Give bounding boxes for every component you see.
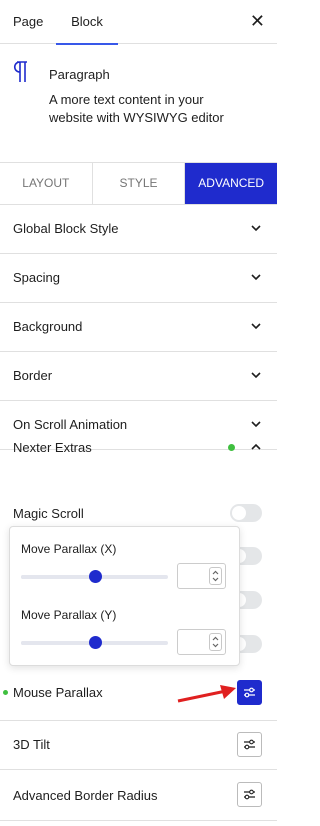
panel-title: On Scroll Animation — [13, 417, 128, 432]
panel-title: Nexter Extras — [13, 440, 92, 455]
status-dot — [228, 444, 235, 451]
stepper-icon[interactable] — [209, 567, 222, 585]
move-parallax-y-slider[interactable] — [21, 636, 168, 649]
settings-segment-control: LAYOUT STYLE ADVANCED — [0, 162, 278, 205]
tab-block[interactable]: Block — [56, 0, 118, 45]
close-icon[interactable]: ✕ — [250, 12, 265, 30]
magic-scroll-toggle[interactable] — [230, 504, 262, 522]
mouse-parallax-popover: Move Parallax (X) Move Parallax (Y) — [9, 526, 240, 666]
move-parallax-x-slider[interactable] — [21, 570, 168, 583]
tab-page[interactable]: Page — [13, 0, 43, 44]
mouse-parallax-settings-button[interactable] — [237, 680, 262, 705]
advanced-border-radius-label: Advanced Border Radius — [13, 788, 158, 803]
panel-title: Background — [13, 319, 83, 334]
chevron-down-icon — [251, 225, 261, 232]
tab-style[interactable]: STYLE — [93, 163, 186, 204]
magic-scroll-label: Magic Scroll — [13, 506, 84, 521]
move-parallax-y-input[interactable] — [177, 629, 226, 655]
settings-sliders-icon — [244, 739, 255, 750]
settings-sliders-icon — [244, 789, 255, 800]
chevron-down-icon — [251, 274, 261, 281]
panel-title: Global Block Style — [13, 221, 119, 236]
chevron-down-icon — [251, 372, 261, 379]
slider-fill — [21, 575, 95, 579]
panel-border[interactable]: Border — [0, 352, 277, 401]
move-parallax-x-label: Move Parallax (X) — [21, 542, 117, 556]
divider — [0, 720, 277, 721]
toggle-knob — [232, 506, 246, 520]
divider — [0, 769, 277, 770]
panel-title: Spacing — [13, 270, 60, 285]
panel-global-block-style[interactable]: Global Block Style — [0, 205, 277, 254]
mouse-parallax-label: Mouse Parallax — [13, 685, 103, 700]
slider-thumb[interactable] — [88, 570, 102, 583]
sidebar-tabs: Page Block ✕ — [0, 0, 277, 45]
tab-advanced[interactable]: ADVANCED — [185, 163, 278, 204]
block-description: A more text content in your website with… — [49, 92, 224, 125]
status-dot — [3, 690, 8, 695]
chevron-down-icon — [251, 421, 261, 428]
3d-tilt-settings-button[interactable] — [237, 732, 262, 757]
advanced-border-radius-settings-button[interactable] — [237, 782, 262, 807]
panel-spacing[interactable]: Spacing — [0, 254, 277, 303]
block-title: Paragraph — [49, 67, 110, 82]
divider — [0, 820, 277, 821]
chevron-up-icon — [251, 443, 261, 450]
slider-fill — [21, 641, 95, 645]
stepper-icon[interactable] — [209, 633, 222, 651]
arrow-right-icon — [177, 685, 236, 703]
settings-sliders-icon — [244, 687, 255, 698]
panel-nexter-extras[interactable]: Nexter Extras — [0, 440, 277, 476]
3d-tilt-label: 3D Tilt — [13, 737, 50, 752]
chevron-down-icon — [251, 323, 261, 330]
panel-background[interactable]: Background — [0, 303, 277, 352]
move-parallax-x-input[interactable] — [177, 563, 226, 589]
move-parallax-y-label: Move Parallax (Y) — [21, 608, 117, 622]
panel-title: Border — [13, 368, 53, 383]
slider-thumb[interactable] — [88, 636, 102, 649]
paragraph-icon — [13, 61, 27, 82]
tab-layout[interactable]: LAYOUT — [0, 163, 93, 204]
block-card: Paragraph A more text content in your we… — [0, 59, 277, 159]
